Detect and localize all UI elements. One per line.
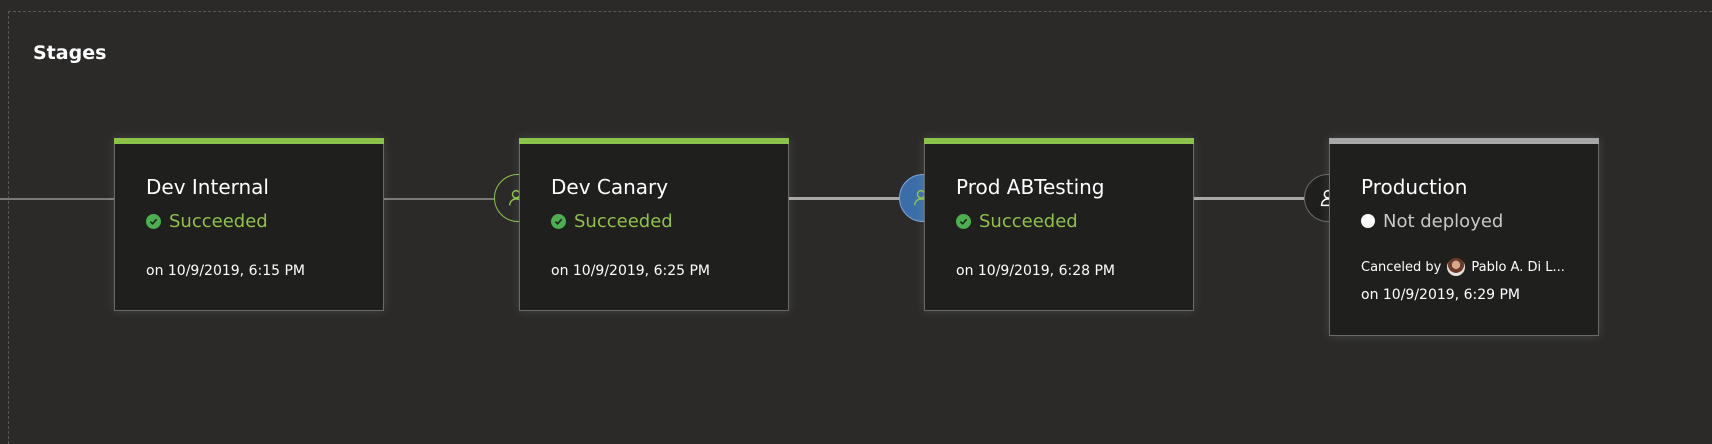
stage-status: Succeeded — [956, 210, 1078, 232]
stage-status-label: Succeeded — [169, 210, 268, 232]
canceled-by-user[interactable]: Pablo A. Di L... — [1471, 260, 1565, 275]
stage-status-label: Not deployed — [1383, 210, 1504, 232]
empty-circle-icon — [1361, 214, 1375, 228]
stage-name: Dev Canary — [551, 175, 669, 199]
stage-card-prod-abtesting[interactable]: Prod ABTesting Succeeded on 10/9/2019, 6… — [924, 138, 1194, 311]
stage-card-dev-canary[interactable]: Dev Canary Succeeded on 10/9/2019, 6:25 … — [519, 138, 789, 311]
check-circle-icon — [146, 213, 161, 229]
stage-date: on 10/9/2019, 6:15 PM — [146, 263, 305, 279]
stage-status-bar — [1329, 138, 1599, 144]
stage-status: Not deployed — [1361, 210, 1503, 232]
stage-date: on 10/9/2019, 6:25 PM — [551, 263, 710, 279]
stage-name: Prod ABTesting — [956, 175, 1105, 199]
stage-name: Dev Internal — [146, 175, 269, 199]
connector-line — [0, 198, 114, 200]
stage-card-production[interactable]: Production Not deployed Canceled by Pabl… — [1329, 138, 1599, 336]
check-circle-icon — [956, 213, 971, 229]
stage-status-bar — [519, 138, 789, 144]
connector-line — [789, 197, 900, 200]
stage-status-label: Succeeded — [979, 210, 1078, 232]
stage-date: on 10/9/2019, 6:29 PM — [1361, 287, 1520, 303]
avatar — [1447, 258, 1466, 276]
canceled-by-row: Canceled by Pablo A. Di L... — [1361, 258, 1565, 276]
stage-status: Succeeded — [146, 210, 268, 232]
section-title: Stages — [33, 42, 107, 64]
connector-line — [1194, 197, 1305, 200]
stage-name: Production — [1361, 175, 1468, 199]
stage-status: Succeeded — [551, 210, 673, 232]
stage-card-dev-internal[interactable]: Dev Internal Succeeded on 10/9/2019, 6:1… — [114, 138, 384, 311]
stage-status-bar — [924, 138, 1194, 144]
stage-status-label: Succeeded — [574, 210, 673, 232]
connector-line — [384, 198, 494, 200]
canceled-by-label: Canceled by — [1361, 259, 1442, 275]
stage-date: on 10/9/2019, 6:28 PM — [956, 263, 1115, 279]
stage-status-bar — [114, 138, 384, 144]
check-circle-icon — [551, 213, 566, 229]
